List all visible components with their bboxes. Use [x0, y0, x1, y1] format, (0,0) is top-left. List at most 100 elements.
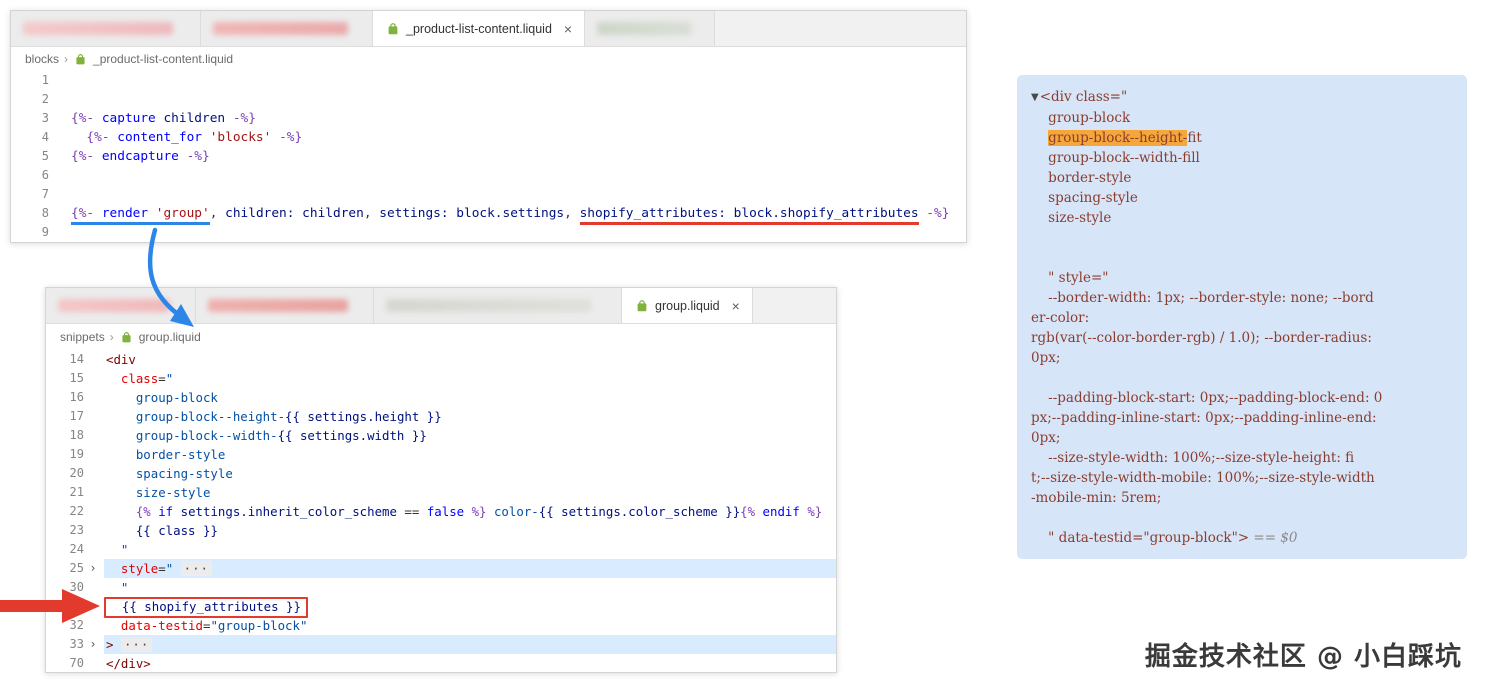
code-line[interactable]: 32 data-testid="group-block" — [46, 616, 836, 635]
inspector-line[interactable]: rgb(var(--color-border-rgb) / 1.0); --bo… — [1031, 328, 1453, 348]
line-number-gutter[interactable]: 19 — [46, 445, 104, 464]
inspector-line[interactable] — [1031, 228, 1453, 248]
inspector-line[interactable] — [1031, 368, 1453, 388]
tab-close-icon[interactable]: × — [564, 22, 572, 36]
code-line[interactable]: 15 class=" — [46, 369, 836, 388]
line-number-gutter[interactable]: 15 — [46, 369, 104, 388]
redacted-tab-label — [208, 299, 348, 312]
breadcrumb-file[interactable]: group.liquid — [139, 330, 201, 344]
line-number-gutter[interactable]: 5 — [11, 147, 69, 166]
code-line[interactable]: 7 — [11, 185, 966, 204]
code-line[interactable]: 24 " — [46, 540, 836, 559]
inspector-line[interactable]: -mobile-min: 5rem; — [1031, 488, 1453, 508]
inspector-line[interactable]: px;--padding-inline-start: 0px;--padding… — [1031, 408, 1453, 428]
line-number-gutter[interactable]: 16 — [46, 388, 104, 407]
line-number-gutter[interactable]: 2 — [11, 90, 69, 109]
inspector-line[interactable]: --size-style-width: 100%;--size-style-he… — [1031, 448, 1453, 468]
code-line[interactable]: 23 {{ class }} — [46, 521, 836, 540]
line-number-gutter[interactable]: 4 — [11, 128, 69, 147]
inspector-line[interactable]: group-block — [1031, 108, 1453, 128]
redacted-tab[interactable] — [201, 11, 373, 46]
redacted-tab-label — [23, 22, 173, 35]
liquid-file-icon — [73, 52, 88, 67]
redacted-tab[interactable] — [196, 288, 374, 323]
line-number-gutter[interactable]: 22 — [46, 502, 104, 521]
tab-product-list-content-liquid[interactable]: _product-list-content.liquid × — [373, 11, 586, 46]
inspector-line[interactable]: spacing-style — [1031, 188, 1453, 208]
inspector-line[interactable]: group-block--width-fill — [1031, 148, 1453, 168]
inspector-line[interactable]: --border-width: 1px; --border-style: non… — [1031, 288, 1453, 308]
redacted-tab[interactable] — [11, 11, 201, 46]
inspector-line[interactable]: t;--size-style-width-mobile: 100%;--size… — [1031, 468, 1453, 488]
line-number-gutter[interactable]: 17 — [46, 407, 104, 426]
code-line[interactable]: 17 group-block--height-{{ settings.heigh… — [46, 407, 836, 426]
line-number-gutter[interactable]: 18 — [46, 426, 104, 445]
inspector-line[interactable]: group-block--height-fit — [1031, 128, 1453, 148]
tab-group-liquid[interactable]: group.liquid × — [622, 288, 753, 323]
line-number-gutter[interactable]: 20 — [46, 464, 104, 483]
line-number-gutter[interactable]: 8 — [11, 204, 69, 223]
tab-label: _product-list-content.liquid — [406, 21, 552, 36]
inspector-line[interactable]: " data-testid="group-block"> == $0 — [1031, 528, 1453, 548]
inspector-line[interactable]: size-style — [1031, 208, 1453, 228]
redacted-tab[interactable] — [374, 288, 622, 323]
inspector-line[interactable]: ▼<div class=" — [1031, 87, 1453, 108]
redacted-tab[interactable] — [585, 11, 716, 46]
redacted-tab-label — [386, 299, 591, 312]
line-number-gutter[interactable]: 9 — [11, 223, 69, 242]
code-line[interactable]: 6 — [11, 166, 966, 185]
code-line[interactable]: 19 border-style — [46, 445, 836, 464]
redacted-tab-label — [58, 299, 170, 312]
line-number-gutter[interactable]: 21 — [46, 483, 104, 502]
code-editor-area[interactable]: 14 <div 15 class=" 16 group-block 17 group-b… — [46, 350, 836, 673]
code-line[interactable]: {{ shopify_attributes }} — [46, 597, 836, 618]
redacted-tab[interactable] — [46, 288, 196, 323]
inspector-line[interactable]: 0px; — [1031, 348, 1453, 368]
inspector-line[interactable] — [1031, 248, 1453, 268]
inspector-line[interactable]: er-color: — [1031, 308, 1453, 328]
code-line[interactable]: 5 {%- endcapture -%} — [11, 147, 966, 166]
code-line[interactable]: 18 group-block--width-{{ settings.width … — [46, 426, 836, 445]
code-line[interactable]: 22 {% if settings.inherit_color_scheme =… — [46, 502, 836, 521]
line-number-gutter[interactable]: 25 › — [46, 559, 104, 578]
breadcrumb-folder[interactable]: snippets — [60, 330, 105, 344]
breadcrumb-file[interactable]: _product-list-content.liquid — [93, 52, 233, 66]
line-number-gutter[interactable]: 33 › — [46, 635, 104, 654]
code-line[interactable]: 25 › style=" ··· — [46, 559, 836, 578]
line-number-gutter[interactable]: 32 — [46, 616, 104, 635]
code-line[interactable]: 20 spacing-style — [46, 464, 836, 483]
code-line[interactable]: 2 — [11, 90, 966, 109]
code-line[interactable]: 33 › > ··· — [46, 635, 836, 654]
code-line[interactable]: 4 {%- content_for 'blocks' -%} — [11, 128, 966, 147]
line-number-gutter[interactable]: 70 — [46, 654, 104, 673]
fold-chevron-icon[interactable]: › — [84, 559, 102, 578]
line-number-gutter[interactable]: 6 — [11, 166, 69, 185]
line-number-gutter[interactable]: 24 — [46, 540, 104, 559]
code-line[interactable]: 70 </div> — [46, 654, 836, 673]
tab-close-icon[interactable]: × — [732, 299, 740, 313]
line-number-gutter[interactable]: 14 — [46, 350, 104, 369]
code-line[interactable]: 14 <div — [46, 350, 836, 369]
code-line[interactable]: 16 group-block — [46, 388, 836, 407]
inspector-line[interactable]: border-style — [1031, 168, 1453, 188]
code-line[interactable]: 21 size-style — [46, 483, 836, 502]
line-number-gutter[interactable]: 23 — [46, 521, 104, 540]
fold-chevron-icon[interactable]: › — [84, 635, 102, 654]
code-line[interactable]: 3 {%- capture children -%} — [11, 109, 966, 128]
inspector-line[interactable]: 0px; — [1031, 428, 1453, 448]
inspector-line[interactable]: " style=" — [1031, 268, 1453, 288]
code-line[interactable]: 8 {%- render 'group', children: children,… — [11, 204, 966, 225]
line-number-gutter[interactable]: 7 — [11, 185, 69, 204]
line-number-gutter[interactable]: 3 — [11, 109, 69, 128]
line-number-gutter[interactable] — [46, 597, 104, 616]
devtools-element-inspector[interactable]: ▼<div class=" group-block group-block--h… — [1017, 75, 1467, 559]
inspector-line[interactable] — [1031, 508, 1453, 528]
code-editor-area[interactable]: 1 2 3 {%- capture children -%} 4 {%- content… — [11, 71, 966, 242]
code-line[interactable]: 30 " — [46, 578, 836, 597]
breadcrumb-folder[interactable]: blocks — [25, 52, 59, 66]
inspector-line[interactable]: --padding-block-start: 0px;--padding-blo… — [1031, 388, 1453, 408]
code-line[interactable]: 1 — [11, 71, 966, 90]
line-number-gutter[interactable]: 30 — [46, 578, 104, 597]
line-number-gutter[interactable]: 1 — [11, 71, 69, 90]
code-line[interactable]: 9 — [11, 223, 966, 242]
